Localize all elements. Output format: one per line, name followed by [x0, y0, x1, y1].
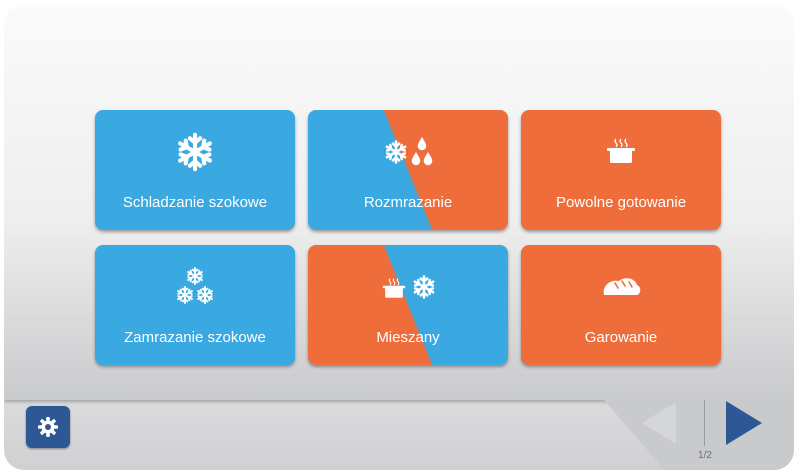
snowflake-icon [95, 132, 295, 172]
mode-label: Mieszany [376, 329, 440, 346]
mode-label: Schladzanie szokowe [122, 194, 268, 211]
triangle-left-icon [642, 402, 676, 444]
mode-tile-garowanie[interactable]: Garowanie [521, 245, 721, 365]
settings-button[interactable] [26, 406, 70, 448]
mode-panel: Schladzanie szokowe Rozmrazanie Powolne … [4, 4, 794, 400]
screen: Schladzanie szokowe Rozmrazanie Powolne … [4, 4, 794, 470]
mode-tile-powolne-gotowanie[interactable]: Powolne gotowanie [521, 110, 721, 230]
bread-icon [521, 267, 721, 307]
mode-tile-schladzanie-szokowe[interactable]: Schladzanie szokowe [95, 110, 295, 230]
snowflake-droplets-icon [308, 132, 508, 172]
mode-label: Powolne gotowanie [555, 194, 687, 211]
page-indicator: 1/2 [698, 450, 712, 461]
next-page-button[interactable] [720, 398, 766, 448]
mode-tile-zamrazanie-szokowe[interactable]: Zamrazanie szokowe [95, 245, 295, 365]
mode-label: Garowanie [584, 329, 658, 346]
steaming-pot-icon [521, 132, 721, 172]
three-snowflakes-icon [95, 267, 295, 307]
pot-snowflake-icon [308, 267, 508, 307]
gear-icon [38, 417, 58, 437]
mode-tile-rozmrazanie[interactable]: Rozmrazanie [308, 110, 508, 230]
nav-divider [704, 400, 705, 446]
prev-page-button[interactable] [636, 398, 680, 448]
triangle-right-icon [726, 401, 762, 445]
mode-label: Rozmrazanie [363, 194, 453, 211]
mode-label: Zamrazanie szokowe [124, 329, 266, 346]
mode-tile-mieszany[interactable]: Mieszany [308, 245, 508, 365]
